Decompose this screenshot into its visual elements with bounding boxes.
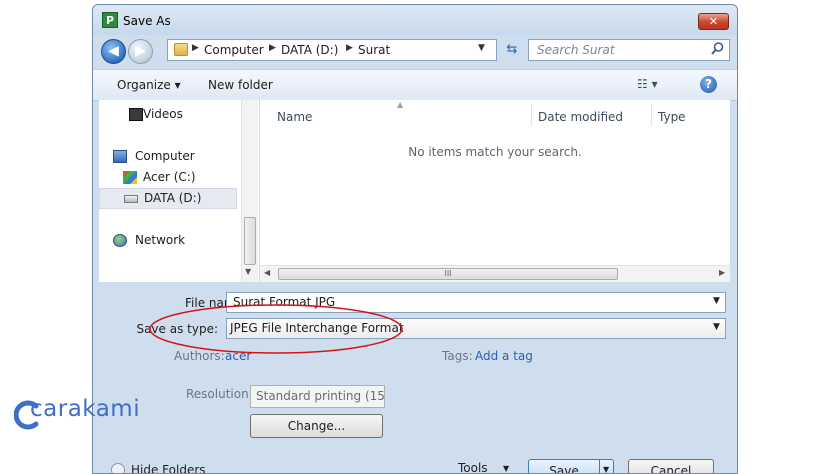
search-input[interactable]: Search Surat bbox=[528, 39, 730, 61]
view-options-icon[interactable]: ☷ ▾ bbox=[637, 77, 658, 91]
back-button[interactable]: ◀ bbox=[101, 39, 126, 64]
save-button[interactable]: Save ▼ bbox=[528, 459, 614, 474]
scroll-right-icon[interactable]: ▶ bbox=[719, 268, 725, 277]
scrollbar-thumb[interactable] bbox=[244, 217, 256, 265]
breadcrumb-separator-icon: ▶ bbox=[192, 43, 199, 53]
column-header-type[interactable]: Type bbox=[658, 110, 686, 124]
scroll-down-icon[interactable]: ▼ bbox=[245, 267, 251, 276]
collapse-icon[interactable] bbox=[111, 463, 125, 473]
organize-button[interactable]: Organize ▾ bbox=[117, 78, 181, 92]
command-bar: Organize ▾ New folder ☷ ▾ ? bbox=[93, 69, 737, 101]
sort-arrow-icon: ▲ bbox=[397, 100, 404, 109]
close-button[interactable]: ✕ bbox=[698, 13, 729, 30]
search-placeholder: Search Surat bbox=[537, 43, 615, 57]
resolution-label: Resolution: bbox=[186, 387, 253, 401]
breadcrumb-separator-icon: ▶ bbox=[346, 43, 353, 53]
drive-icon bbox=[124, 195, 138, 203]
horizontal-scrollbar[interactable]: ◀ III ▶ bbox=[260, 265, 730, 282]
nav-pane-scrollbar[interactable]: ▼ bbox=[241, 100, 258, 282]
forward-button[interactable]: ▶ bbox=[128, 39, 153, 64]
tools-button[interactable]: Tools bbox=[458, 461, 488, 473]
breadcrumb-separator-icon: ▶ bbox=[269, 43, 276, 53]
save-as-dialog: P Save As ✕ ◀ ▶ ▶ Computer ▶ DATA (D:) ▶… bbox=[92, 4, 738, 474]
split-divider bbox=[599, 460, 600, 473]
network-icon bbox=[113, 234, 127, 247]
title-bar[interactable]: P Save As ✕ bbox=[93, 5, 737, 35]
nav-item-label: Videos bbox=[143, 107, 183, 121]
nav-item-label: Computer bbox=[135, 149, 195, 163]
watermark-text: carakami bbox=[30, 396, 141, 422]
folder-icon bbox=[174, 43, 188, 56]
resolution-field: Standard printing (150 dpi) bbox=[250, 385, 385, 408]
column-header-name[interactable]: Name bbox=[277, 110, 312, 124]
chevron-down-icon[interactable]: ▼ bbox=[478, 43, 485, 53]
chevron-down-icon[interactable]: ▼ bbox=[713, 296, 720, 306]
change-button[interactable]: Change... bbox=[250, 414, 383, 438]
refresh-icon[interactable]: ⇆ bbox=[501, 39, 523, 61]
column-divider[interactable] bbox=[531, 104, 532, 126]
breadcrumb-surat[interactable]: Surat bbox=[358, 43, 390, 57]
annotation-ellipse bbox=[149, 304, 403, 354]
navigation-pane: Videos Computer Acer (C:) DATA (D:) Netw… bbox=[99, 100, 259, 282]
chevron-down-icon[interactable]: ▼ bbox=[713, 322, 720, 332]
nav-item-videos[interactable]: Videos bbox=[99, 104, 237, 125]
save-button-label: Save bbox=[549, 464, 579, 474]
video-icon bbox=[129, 108, 143, 121]
chevron-down-icon[interactable]: ▼ bbox=[503, 464, 509, 473]
windows-drive-icon bbox=[123, 171, 137, 184]
column-header-date-modified[interactable]: Date modified bbox=[538, 110, 623, 124]
nav-item-label: Network bbox=[135, 233, 186, 247]
address-bar[interactable]: ▶ Computer ▶ DATA (D:) ▶ Surat ▼ bbox=[167, 39, 497, 61]
scroll-left-icon[interactable]: ◀ bbox=[264, 268, 270, 277]
breadcrumb-computer[interactable]: Computer bbox=[204, 43, 264, 57]
scrollbar-thumb[interactable]: III bbox=[278, 268, 618, 280]
nav-item-acer-c[interactable]: Acer (C:) bbox=[99, 167, 237, 188]
window-title: Save As bbox=[123, 14, 171, 28]
empty-results-message: No items match your search. bbox=[408, 145, 582, 159]
computer-icon bbox=[113, 150, 127, 163]
nav-item-network[interactable]: Network bbox=[99, 230, 237, 251]
nav-item-data-d[interactable]: DATA (D:) bbox=[99, 188, 237, 209]
file-list-pane: ▲ Name Date modified Type No items match… bbox=[260, 100, 730, 282]
resolution-value: Standard printing (150 dpi) bbox=[256, 389, 385, 403]
cancel-button[interactable]: Cancel bbox=[628, 459, 714, 473]
nav-item-label: Acer (C:) bbox=[143, 170, 196, 184]
breadcrumb-data-drive[interactable]: DATA (D:) bbox=[281, 43, 338, 57]
search-icon[interactable] bbox=[711, 42, 724, 59]
app-icon: P bbox=[102, 12, 118, 28]
nav-item-computer[interactable]: Computer bbox=[99, 146, 237, 167]
hide-folders-button[interactable]: Hide Folders bbox=[131, 463, 206, 473]
new-folder-button[interactable]: New folder bbox=[208, 78, 273, 92]
column-divider[interactable] bbox=[651, 104, 652, 126]
tags-label: Tags: bbox=[442, 349, 473, 363]
add-tag-link[interactable]: Add a tag bbox=[475, 349, 533, 363]
help-icon[interactable]: ? bbox=[700, 76, 717, 93]
nav-item-label: DATA (D:) bbox=[144, 191, 202, 205]
